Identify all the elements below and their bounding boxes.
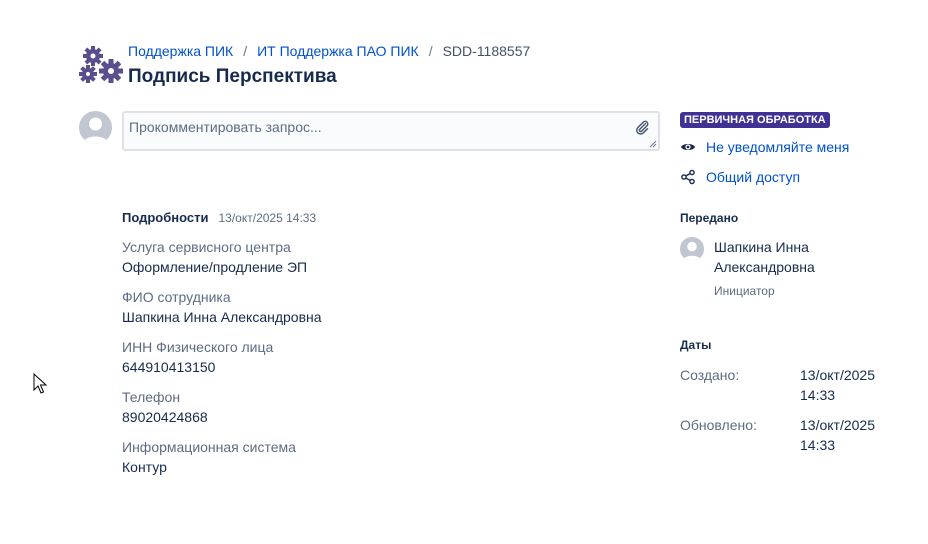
dates-heading: Даты xyxy=(680,338,712,352)
unwatch-button[interactable]: Не уведомляйте меня xyxy=(680,135,900,158)
field-value: Оформление/продление ЭП xyxy=(122,259,308,275)
assigned-heading: Передано xyxy=(680,211,739,225)
assignee-avatar xyxy=(680,237,704,261)
breadcrumb-link-portal[interactable]: Поддержка ПИК xyxy=(128,43,233,59)
details-heading: Подробности xyxy=(122,210,209,225)
share-label: Общий доступ xyxy=(706,168,801,185)
paperclip-icon[interactable] xyxy=(634,119,650,135)
user-avatar xyxy=(79,111,112,144)
field-info-system: Информационная система Контур xyxy=(122,438,642,477)
share-button[interactable]: Общий доступ xyxy=(680,165,900,188)
status-badge: ПЕРВИЧНАЯ ОБРАБОТКА xyxy=(680,112,830,128)
user-silhouette-icon xyxy=(680,237,704,261)
updated-value: 13/окт/2025 14:33 xyxy=(800,417,875,453)
comment-box xyxy=(122,111,660,151)
field-value: Контур xyxy=(122,459,167,475)
unwatch-label: Не уведомляйте меня xyxy=(706,138,850,155)
created-value: 13/окт/2025 14:33 xyxy=(800,367,875,403)
details-header: Подробности 13/окт/2025 14:33 xyxy=(122,210,642,225)
resize-handle-icon[interactable] xyxy=(649,140,657,148)
breadcrumb-current-issue: SDD-1188557 xyxy=(442,43,531,59)
comment-input[interactable] xyxy=(124,113,658,149)
gears-logo-icon xyxy=(79,46,123,83)
page-title: Подпись Перспектива xyxy=(128,66,337,87)
field-label: Услуга сервисного центра xyxy=(122,239,291,255)
details-date: 13/окт/2025 14:33 xyxy=(218,211,317,225)
created-label: Создано: xyxy=(680,367,740,383)
updated-row: Обновлено: 13/окт/2025 14:33 xyxy=(680,415,890,455)
breadcrumb-separator: / xyxy=(243,43,248,59)
breadcrumb: Поддержка ПИК / ИТ Поддержка ПАО ПИК / S… xyxy=(128,43,530,59)
field-label: Телефон xyxy=(122,389,181,405)
details-section: Подробности 13/окт/2025 14:33 Услуга сер… xyxy=(122,210,642,488)
share-icon xyxy=(681,169,695,184)
assignee-role: Инициатор xyxy=(714,284,775,298)
mouse-pointer-icon xyxy=(33,373,47,394)
field-label: ИНН Физического лица xyxy=(122,339,274,355)
eye-icon xyxy=(681,143,695,150)
user-silhouette-icon xyxy=(79,111,112,144)
request-sidebar: ПЕРВИЧНАЯ ОБРАБОТКА Не уведомляйте меня … xyxy=(680,110,900,188)
field-value: 89020424868 xyxy=(122,409,208,425)
field-label: Информационная система xyxy=(122,439,296,455)
updated-label: Обновлено: xyxy=(680,417,757,433)
created-row: Создано: 13/окт/2025 14:33 xyxy=(680,365,890,405)
field-label: ФИО сотрудника xyxy=(122,289,231,305)
field-phone: Телефон 89020424868 xyxy=(122,388,642,427)
breadcrumb-link-project[interactable]: ИТ Поддержка ПАО ПИК xyxy=(257,43,419,59)
assignee-name: Шапкина Инна Александровна xyxy=(714,239,815,275)
breadcrumb-separator: / xyxy=(428,43,433,59)
field-value: Шапкина Инна Александровна xyxy=(122,309,322,325)
field-value: 644910413150 xyxy=(122,359,216,375)
field-employee-name: ФИО сотрудника Шапкина Инна Александровн… xyxy=(122,288,642,327)
field-service: Услуга сервисного центра Оформление/прод… xyxy=(122,238,642,277)
field-inn: ИНН Физического лица 644910413150 xyxy=(122,338,642,377)
